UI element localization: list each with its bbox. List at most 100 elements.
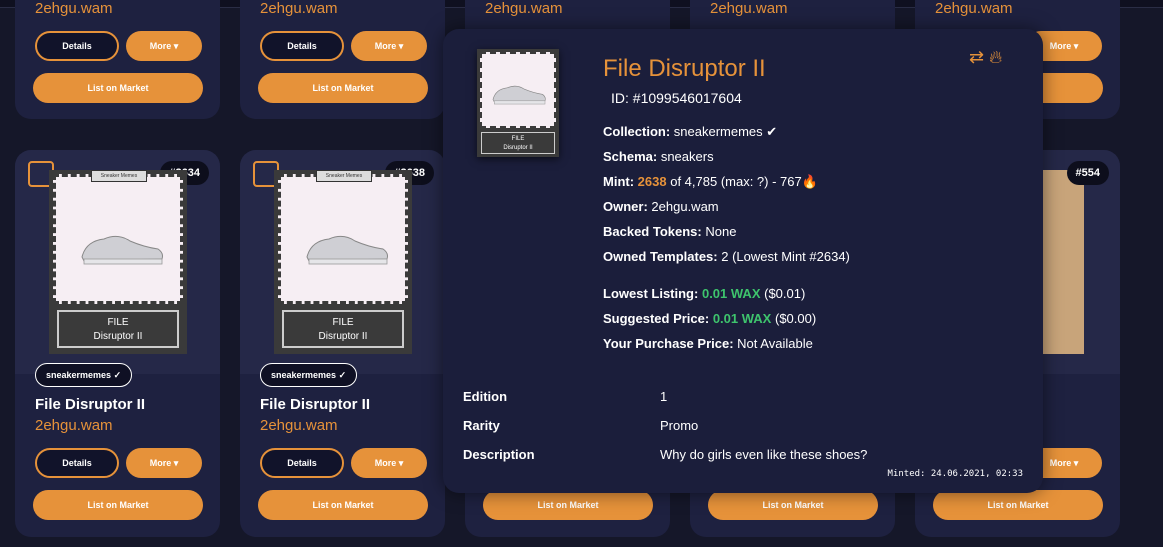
more-button[interactable]: More ▾	[351, 31, 427, 61]
sneaker-icon	[492, 85, 546, 105]
owner-link[interactable]: 2ehgu.wam	[35, 0, 113, 17]
schema-row: Schema: sneakers	[603, 149, 714, 164]
more-button[interactable]: More ▾	[126, 448, 202, 478]
collection-label: Collection:	[603, 124, 671, 139]
owner-link[interactable]: 2ehgu.wam	[710, 0, 788, 17]
suggested-label: Suggested Price:	[603, 311, 710, 326]
nft-card[interactable]: #2638 Sneaker Memes FILEDisruptor II sne…	[240, 150, 445, 537]
lowest-listing-row: Lowest Listing: 0.01 WAX ($0.01)	[603, 286, 805, 301]
more-label: More	[1049, 458, 1072, 468]
attribute-key: Rarity	[463, 418, 500, 433]
list-on-market-button[interactable]: List on Market	[483, 490, 653, 520]
collection-name: sneakermemes	[271, 370, 337, 380]
attribute-value: Promo	[660, 418, 699, 433]
owned-value: 2 (Lowest Mint #2634)	[721, 249, 850, 264]
suggested-price-row: Suggested Price: 0.01 WAX ($0.00)	[603, 311, 816, 326]
details-button[interactable]: Details	[35, 448, 119, 478]
owner-link[interactable]: 2ehgu.wam	[485, 0, 563, 17]
asset-detail-popup: FILE Disruptor II ⇄ 🔥︎ File Disruptor II …	[443, 29, 1043, 493]
art-line2: Disruptor II	[318, 331, 368, 342]
purchase-price-row: Your Purchase Price: Not Available	[603, 336, 813, 351]
list-on-market-button[interactable]: List on Market	[258, 73, 428, 103]
more-button[interactable]: More ▾	[351, 448, 427, 478]
owner-label: Owner:	[603, 199, 648, 214]
schema-value: sneakers	[660, 149, 714, 164]
popup-action-icons: ⇄ 🔥︎	[969, 47, 1002, 68]
more-label: More	[149, 41, 172, 51]
mint-number: 2638	[637, 174, 667, 189]
art-label: FILE Disruptor II	[282, 310, 404, 348]
owner-link[interactable]: 2ehgu.wam	[935, 0, 1013, 17]
purchase-label: Your Purchase Price:	[603, 336, 734, 351]
owner-link[interactable]: 2ehgu.wam	[260, 0, 338, 17]
owner-row: Owner: 2ehgu.wam	[603, 199, 719, 214]
sneaker-art	[53, 174, 183, 304]
collection-row: Collection: sneakermemes ✔	[603, 124, 777, 140]
more-button[interactable]: More ▾	[126, 31, 202, 61]
more-label: More	[1049, 41, 1072, 51]
sneaker-icon	[306, 235, 388, 265]
purchase-value: Not Available	[737, 336, 813, 351]
verified-check-icon: ✔	[766, 124, 778, 139]
asset-title: File Disruptor II	[603, 55, 766, 82]
lowest-label: Lowest Listing:	[603, 286, 699, 301]
nft-image[interactable]	[1042, 170, 1084, 354]
owner-link[interactable]: 2ehgu.wam	[260, 417, 338, 434]
nft-image[interactable]: Sneaker Memes FILE Disruptor II	[274, 170, 412, 354]
verified-check-icon: ✓	[338, 370, 347, 380]
list-on-market-button[interactable]: List on Market	[258, 490, 428, 520]
mint-badge: #554	[1066, 161, 1109, 185]
collection-name: sneakermemes	[46, 370, 112, 380]
popup-thumbnail: FILE Disruptor II	[477, 49, 559, 157]
card-title: File Disruptor II	[260, 396, 371, 413]
collection-pill[interactable]: sneakermemes ✓	[35, 363, 133, 387]
burn-icon[interactable]: 🔥︎	[989, 47, 1002, 67]
sneaker-icon	[81, 235, 163, 265]
attribute-key: Description	[463, 447, 535, 462]
list-on-market-button[interactable]: List on Market	[708, 490, 878, 520]
attribute-value: Why do girls even like these shoes?	[660, 447, 868, 462]
art-line2: Disruptor II	[93, 331, 143, 342]
list-on-market-button[interactable]: List on Market	[33, 490, 203, 520]
art-label: FILE Disruptor II	[481, 132, 555, 154]
art-line1: FILE	[511, 136, 525, 142]
mint-label: Mint:	[603, 174, 635, 189]
transfer-icon[interactable]: ⇄	[969, 47, 984, 67]
suggested-wax: 0.01 WAX	[712, 311, 772, 326]
lowest-wax: 0.01 WAX	[701, 286, 761, 301]
list-on-market-button[interactable]: List on Market	[33, 73, 203, 103]
backed-tokens-row: Backed Tokens: None	[603, 224, 736, 239]
sneaker-art	[278, 174, 408, 304]
nft-card[interactable]: 2ehgu.wam Details More ▾ List on Market	[15, 0, 220, 119]
schema-label: Schema:	[603, 149, 658, 164]
art-label: FILE Disruptor II	[57, 310, 179, 348]
minted-timestamp: Minted: 24.06.2021, 02:33	[887, 469, 1023, 479]
art-tag: Sneaker Memes	[91, 170, 147, 182]
details-button[interactable]: Details	[260, 31, 344, 61]
more-label: More	[374, 41, 397, 51]
details-button[interactable]: Details	[35, 31, 119, 61]
card-title: File Disruptor II	[35, 396, 146, 413]
more-label: More	[149, 458, 172, 468]
art-line1: FILE	[332, 317, 354, 328]
collection-value[interactable]: sneakermemes	[674, 124, 763, 139]
sneaker-art	[480, 52, 556, 128]
asset-id: ID: #1099546017604	[611, 90, 742, 106]
verified-check-icon: ✓	[113, 370, 122, 380]
nft-image[interactable]: Sneaker Memes FILE Disruptor II	[49, 170, 187, 354]
attribute-key: Edition	[463, 389, 508, 404]
attribute-value: 1	[660, 389, 668, 404]
art-line2: Disruptor II	[503, 145, 533, 151]
more-label: More	[374, 458, 397, 468]
mint-rest: of 4,785 (max: ?) - 767🔥	[670, 174, 818, 189]
owner-link[interactable]: 2ehgu.wam	[35, 417, 113, 434]
owner-value[interactable]: 2ehgu.wam	[651, 199, 718, 214]
owned-label: Owned Templates:	[603, 249, 718, 264]
list-on-market-button[interactable]: List on Market	[933, 490, 1103, 520]
art-tag: Sneaker Memes	[316, 170, 372, 182]
collection-pill[interactable]: sneakermemes ✓	[260, 363, 358, 387]
nft-card[interactable]: #2634 Sneaker Memes FILEDisruptor II sne…	[15, 150, 220, 537]
details-button[interactable]: Details	[260, 448, 344, 478]
nft-card[interactable]: 2ehgu.wam Details More ▾ List on Market	[240, 0, 445, 119]
backed-label: Backed Tokens:	[603, 224, 702, 239]
